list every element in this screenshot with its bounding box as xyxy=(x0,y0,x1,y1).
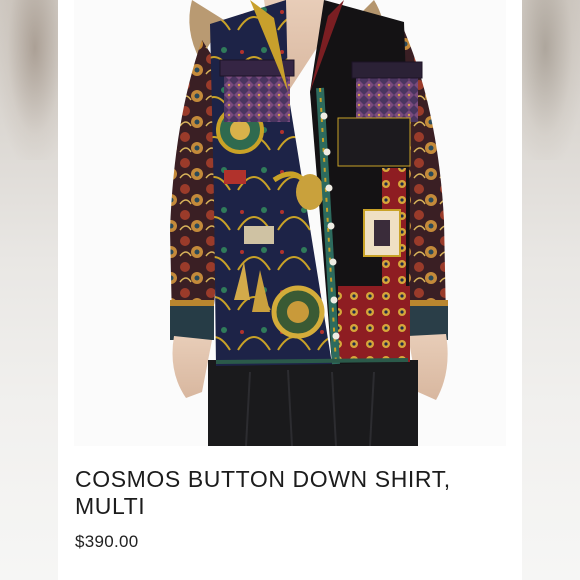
blurred-background-left xyxy=(0,0,58,580)
product-price: $390.00 xyxy=(75,532,139,551)
blurred-background-right xyxy=(522,0,580,580)
product-title[interactable]: COSMOS BUTTON DOWN SHIRT, MULTI xyxy=(75,466,515,520)
listing-page: COSMOS BUTTON DOWN SHIRT, MULTI $390.00 xyxy=(0,0,580,580)
shirt-illustration xyxy=(74,0,506,446)
product-card[interactable]: COSMOS BUTTON DOWN SHIRT, MULTI $390.00 xyxy=(58,0,522,580)
product-photo[interactable] xyxy=(74,0,506,446)
